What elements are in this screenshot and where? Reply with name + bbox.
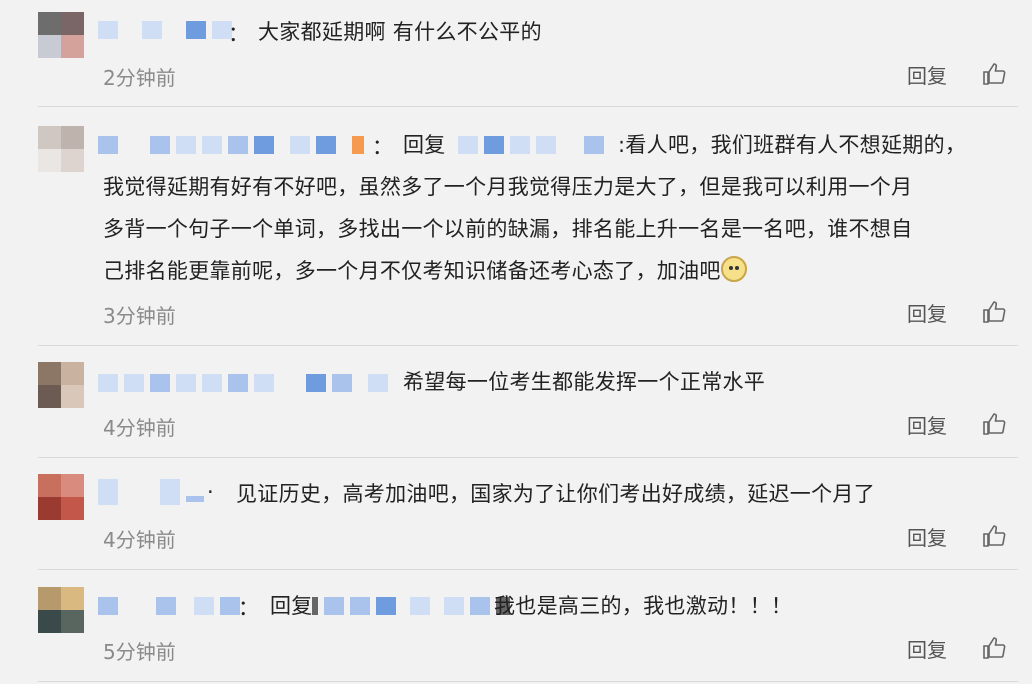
reply-button[interactable]: 回复	[907, 522, 947, 551]
comment-text: 见证历史，高考加油吧，国家为了让你们考出好成绩，延迟一个月了	[236, 482, 875, 506]
separator-colon: ：	[228, 22, 249, 46]
comment-text: 希望每一位考生都能发挥一个正常水平	[403, 370, 766, 394]
separator-dot: ·	[207, 480, 214, 504]
reply-target-masked[interactable]	[458, 135, 610, 155]
avatar[interactable]	[38, 12, 84, 58]
reply-target-masked[interactable]	[312, 596, 516, 616]
thumbs-up-icon[interactable]	[982, 412, 1006, 436]
thumbs-up-icon[interactable]	[982, 636, 1006, 660]
timestamp: 3分钟前	[103, 304, 176, 328]
separator-colon: ：	[238, 596, 259, 620]
comment-text-line: 我觉得延期有好有不好吧，虽然多了一个月我觉得压力是大了，但是我可以利用一个月	[103, 175, 913, 199]
reply-button[interactable]: 回复	[907, 410, 947, 439]
avatar[interactable]	[38, 126, 84, 172]
username-masked[interactable]	[98, 135, 370, 155]
comment-text-line: 己排名能更靠前呢，多一个月不仅考知识储备还考心态了，加油吧	[103, 254, 747, 288]
reply-prefix: 回复	[403, 133, 446, 157]
username-masked[interactable]	[98, 596, 246, 616]
thumbs-up-icon[interactable]	[982, 300, 1006, 324]
timestamp: 4分钟前	[103, 416, 176, 440]
username-masked[interactable]	[98, 479, 210, 505]
timestamp: 5分钟前	[103, 640, 176, 664]
comment-text-line: 多背一个句子一个单词，多找出一个以前的缺漏，排名能上升一名是一名吧，谁不想自	[103, 217, 913, 241]
divider	[38, 569, 1018, 570]
doge-emoji-icon	[720, 256, 747, 282]
username-masked[interactable]	[98, 373, 394, 393]
divider	[38, 681, 1018, 682]
comment-text: 大家都延期啊 有什么不公平的	[258, 20, 542, 44]
divider	[38, 457, 1018, 458]
username-masked[interactable]	[98, 20, 238, 40]
divider	[38, 106, 1018, 107]
timestamp: 4分钟前	[103, 528, 176, 552]
reply-prefix: 回复	[270, 594, 313, 618]
thumbs-up-icon[interactable]	[982, 62, 1006, 86]
divider	[38, 345, 1018, 346]
reply-button[interactable]: 回复	[907, 60, 947, 89]
comment-text-line-4: 己排名能更靠前呢，多一个月不仅考知识储备还考心态了，加油吧	[103, 259, 721, 283]
avatar[interactable]	[38, 587, 84, 633]
reply-button[interactable]: 回复	[907, 298, 947, 327]
comment-text: 我也是高三的，我也激动！！！	[494, 594, 793, 618]
thumbs-up-icon[interactable]	[982, 524, 1006, 548]
avatar[interactable]	[38, 474, 84, 520]
timestamp: 2分钟前	[103, 66, 176, 90]
avatar[interactable]	[38, 362, 84, 408]
reply-button[interactable]: 回复	[907, 634, 947, 663]
comment-text-line: :看人吧，我们班群有人不想延期的，	[618, 133, 967, 157]
separator-colon: ：	[372, 135, 393, 159]
